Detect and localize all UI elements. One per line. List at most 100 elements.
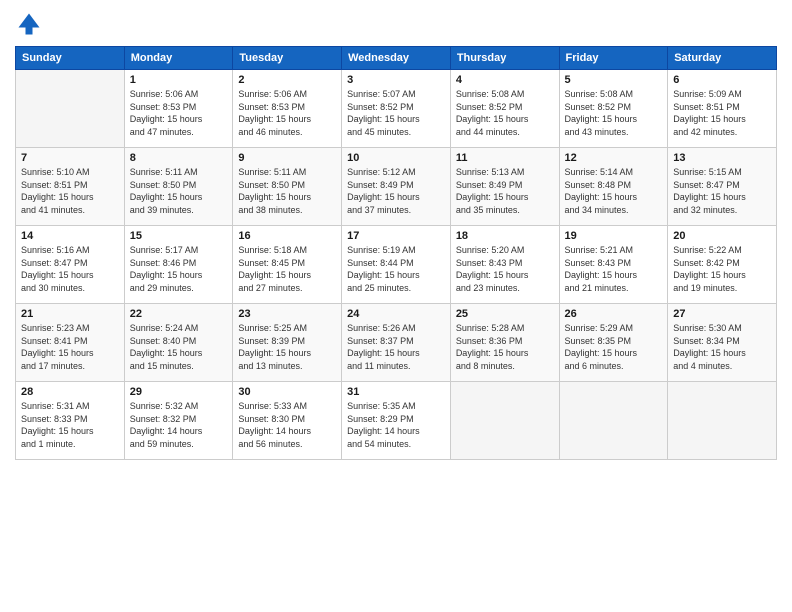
day-cell: 25Sunrise: 5:28 AM Sunset: 8:36 PM Dayli… [450, 304, 559, 382]
calendar-header: SundayMondayTuesdayWednesdayThursdayFrid… [16, 47, 777, 70]
day-info: Sunrise: 5:12 AM Sunset: 8:49 PM Dayligh… [347, 166, 445, 216]
day-number: 28 [21, 386, 119, 398]
col-header-saturday: Saturday [668, 47, 777, 70]
week-row-3: 21 Sunrise: 5:23 AM Sunset: 8:41 PM Dayli… [16, 304, 777, 382]
day-info: Sunrise: 5:32 AM Sunset: 8:32 PM Dayligh… [130, 400, 228, 450]
day-cell: 13 Sunrise: 5:15 AM Sunset: 8:47 PM Dayli… [668, 148, 777, 226]
page: SundayMondayTuesdayWednesdayThursdayFrid… [0, 0, 792, 612]
day-number: 21 [21, 308, 119, 320]
day-info: Sunrise: 5:14 AM Sunset: 8:48 PM Dayligh… [565, 166, 663, 216]
day-info: Sunrise: 5:24 AM Sunset: 8:40 PM Dayligh… [130, 322, 228, 372]
col-header-monday: Monday [124, 47, 233, 70]
day-number: 15 [130, 230, 228, 242]
week-row-2: 14Sunrise: 5:16 AM Sunset: 8:47 PM Dayli… [16, 226, 777, 304]
day-number: 17 [347, 230, 445, 242]
day-info: Sunrise: 5:11 AM Sunset: 8:50 PM Dayligh… [130, 166, 228, 216]
week-row-0: 1 Sunrise: 5:06 AM Sunset: 8:53 PM Daylig… [16, 70, 777, 148]
day-info: Sunrise: 5:25 AM Sunset: 8:39 PM Dayligh… [238, 322, 336, 372]
day-number: 22 [130, 308, 228, 320]
day-info: Sunrise: 5:16 AM Sunset: 8:47 PM Dayligh… [21, 244, 119, 294]
day-cell: 31Sunrise: 5:35 AM Sunset: 8:29 PM Dayli… [342, 382, 451, 460]
day-cell: 18 Sunrise: 5:20 AM Sunset: 8:43 PM Dayli… [450, 226, 559, 304]
header [15, 10, 777, 38]
col-header-thursday: Thursday [450, 47, 559, 70]
day-cell: 26 Sunrise: 5:29 AM Sunset: 8:35 PM Dayli… [559, 304, 668, 382]
day-number: 16 [238, 230, 336, 242]
day-number: 2 [238, 74, 336, 86]
day-cell: 10 Sunrise: 5:12 AM Sunset: 8:49 PM Dayli… [342, 148, 451, 226]
day-cell: 8Sunrise: 5:11 AM Sunset: 8:50 PM Daylig… [124, 148, 233, 226]
day-info: Sunrise: 5:15 AM Sunset: 8:47 PM Dayligh… [673, 166, 771, 216]
day-info: Sunrise: 5:13 AM Sunset: 8:49 PM Dayligh… [456, 166, 554, 216]
day-number: 4 [456, 74, 554, 86]
day-number: 9 [238, 152, 336, 164]
day-cell: 9 Sunrise: 5:11 AM Sunset: 8:50 PM Daylig… [233, 148, 342, 226]
day-cell: 21 Sunrise: 5:23 AM Sunset: 8:41 PM Dayli… [16, 304, 125, 382]
day-cell [559, 382, 668, 460]
day-number: 5 [565, 74, 663, 86]
day-info: Sunrise: 5:29 AM Sunset: 8:35 PM Dayligh… [565, 322, 663, 372]
day-info: Sunrise: 5:06 AM Sunset: 8:53 PM Dayligh… [130, 88, 228, 138]
week-row-4: 28 Sunrise: 5:31 AM Sunset: 8:33 PM Dayli… [16, 382, 777, 460]
day-info: Sunrise: 5:35 AM Sunset: 8:29 PM Dayligh… [347, 400, 445, 450]
day-number: 29 [130, 386, 228, 398]
logo [15, 10, 47, 38]
day-info: Sunrise: 5:19 AM Sunset: 8:44 PM Dayligh… [347, 244, 445, 294]
day-info: Sunrise: 5:11 AM Sunset: 8:50 PM Dayligh… [238, 166, 336, 216]
calendar-table: SundayMondayTuesdayWednesdayThursdayFrid… [15, 46, 777, 460]
week-row-1: 7Sunrise: 5:10 AM Sunset: 8:51 PM Daylig… [16, 148, 777, 226]
day-number: 11 [456, 152, 554, 164]
day-number: 27 [673, 308, 771, 320]
day-info: Sunrise: 5:08 AM Sunset: 8:52 PM Dayligh… [456, 88, 554, 138]
day-cell: 16 Sunrise: 5:18 AM Sunset: 8:45 PM Dayli… [233, 226, 342, 304]
day-info: Sunrise: 5:30 AM Sunset: 8:34 PM Dayligh… [673, 322, 771, 372]
day-cell: 30 Sunrise: 5:33 AM Sunset: 8:30 PM Dayli… [233, 382, 342, 460]
day-number: 18 [456, 230, 554, 242]
day-info: Sunrise: 5:09 AM Sunset: 8:51 PM Dayligh… [673, 88, 771, 138]
day-cell: 6Sunrise: 5:09 AM Sunset: 8:51 PM Daylig… [668, 70, 777, 148]
col-header-tuesday: Tuesday [233, 47, 342, 70]
day-cell: 27 Sunrise: 5:30 AM Sunset: 8:34 PM Dayli… [668, 304, 777, 382]
day-cell: 20Sunrise: 5:22 AM Sunset: 8:42 PM Dayli… [668, 226, 777, 304]
day-cell: 23 Sunrise: 5:25 AM Sunset: 8:39 PM Dayli… [233, 304, 342, 382]
day-info: Sunrise: 5:31 AM Sunset: 8:33 PM Dayligh… [21, 400, 119, 450]
day-info: Sunrise: 5:33 AM Sunset: 8:30 PM Dayligh… [238, 400, 336, 450]
day-cell: 29 Sunrise: 5:32 AM Sunset: 8:32 PM Dayli… [124, 382, 233, 460]
day-number: 23 [238, 308, 336, 320]
day-number: 25 [456, 308, 554, 320]
day-cell: 22 Sunrise: 5:24 AM Sunset: 8:40 PM Dayli… [124, 304, 233, 382]
day-info: Sunrise: 5:17 AM Sunset: 8:46 PM Dayligh… [130, 244, 228, 294]
day-info: Sunrise: 5:26 AM Sunset: 8:37 PM Dayligh… [347, 322, 445, 372]
day-info: Sunrise: 5:10 AM Sunset: 8:51 PM Dayligh… [21, 166, 119, 216]
day-number: 26 [565, 308, 663, 320]
day-cell: 14Sunrise: 5:16 AM Sunset: 8:47 PM Dayli… [16, 226, 125, 304]
day-cell: 4 Sunrise: 5:08 AM Sunset: 8:52 PM Daylig… [450, 70, 559, 148]
day-cell: 2 Sunrise: 5:06 AM Sunset: 8:53 PM Daylig… [233, 70, 342, 148]
day-number: 30 [238, 386, 336, 398]
day-info: Sunrise: 5:18 AM Sunset: 8:45 PM Dayligh… [238, 244, 336, 294]
day-cell: 17 Sunrise: 5:19 AM Sunset: 8:44 PM Dayli… [342, 226, 451, 304]
day-cell: 1 Sunrise: 5:06 AM Sunset: 8:53 PM Daylig… [124, 70, 233, 148]
day-number: 3 [347, 74, 445, 86]
col-header-wednesday: Wednesday [342, 47, 451, 70]
day-info: Sunrise: 5:23 AM Sunset: 8:41 PM Dayligh… [21, 322, 119, 372]
day-info: Sunrise: 5:21 AM Sunset: 8:43 PM Dayligh… [565, 244, 663, 294]
day-number: 19 [565, 230, 663, 242]
day-cell: 15 Sunrise: 5:17 AM Sunset: 8:46 PM Dayli… [124, 226, 233, 304]
day-cell: 28 Sunrise: 5:31 AM Sunset: 8:33 PM Dayli… [16, 382, 125, 460]
day-info: Sunrise: 5:08 AM Sunset: 8:52 PM Dayligh… [565, 88, 663, 138]
day-number: 12 [565, 152, 663, 164]
day-info: Sunrise: 5:22 AM Sunset: 8:42 PM Dayligh… [673, 244, 771, 294]
day-number: 1 [130, 74, 228, 86]
day-cell: 12 Sunrise: 5:14 AM Sunset: 8:48 PM Dayli… [559, 148, 668, 226]
logo-icon [15, 10, 43, 38]
day-cell: 3Sunrise: 5:07 AM Sunset: 8:52 PM Daylig… [342, 70, 451, 148]
day-cell: 7Sunrise: 5:10 AM Sunset: 8:51 PM Daylig… [16, 148, 125, 226]
day-cell [668, 382, 777, 460]
day-info: Sunrise: 5:20 AM Sunset: 8:43 PM Dayligh… [456, 244, 554, 294]
day-info: Sunrise: 5:06 AM Sunset: 8:53 PM Dayligh… [238, 88, 336, 138]
day-cell: 5 Sunrise: 5:08 AM Sunset: 8:52 PM Daylig… [559, 70, 668, 148]
day-number: 13 [673, 152, 771, 164]
day-number: 10 [347, 152, 445, 164]
col-header-friday: Friday [559, 47, 668, 70]
